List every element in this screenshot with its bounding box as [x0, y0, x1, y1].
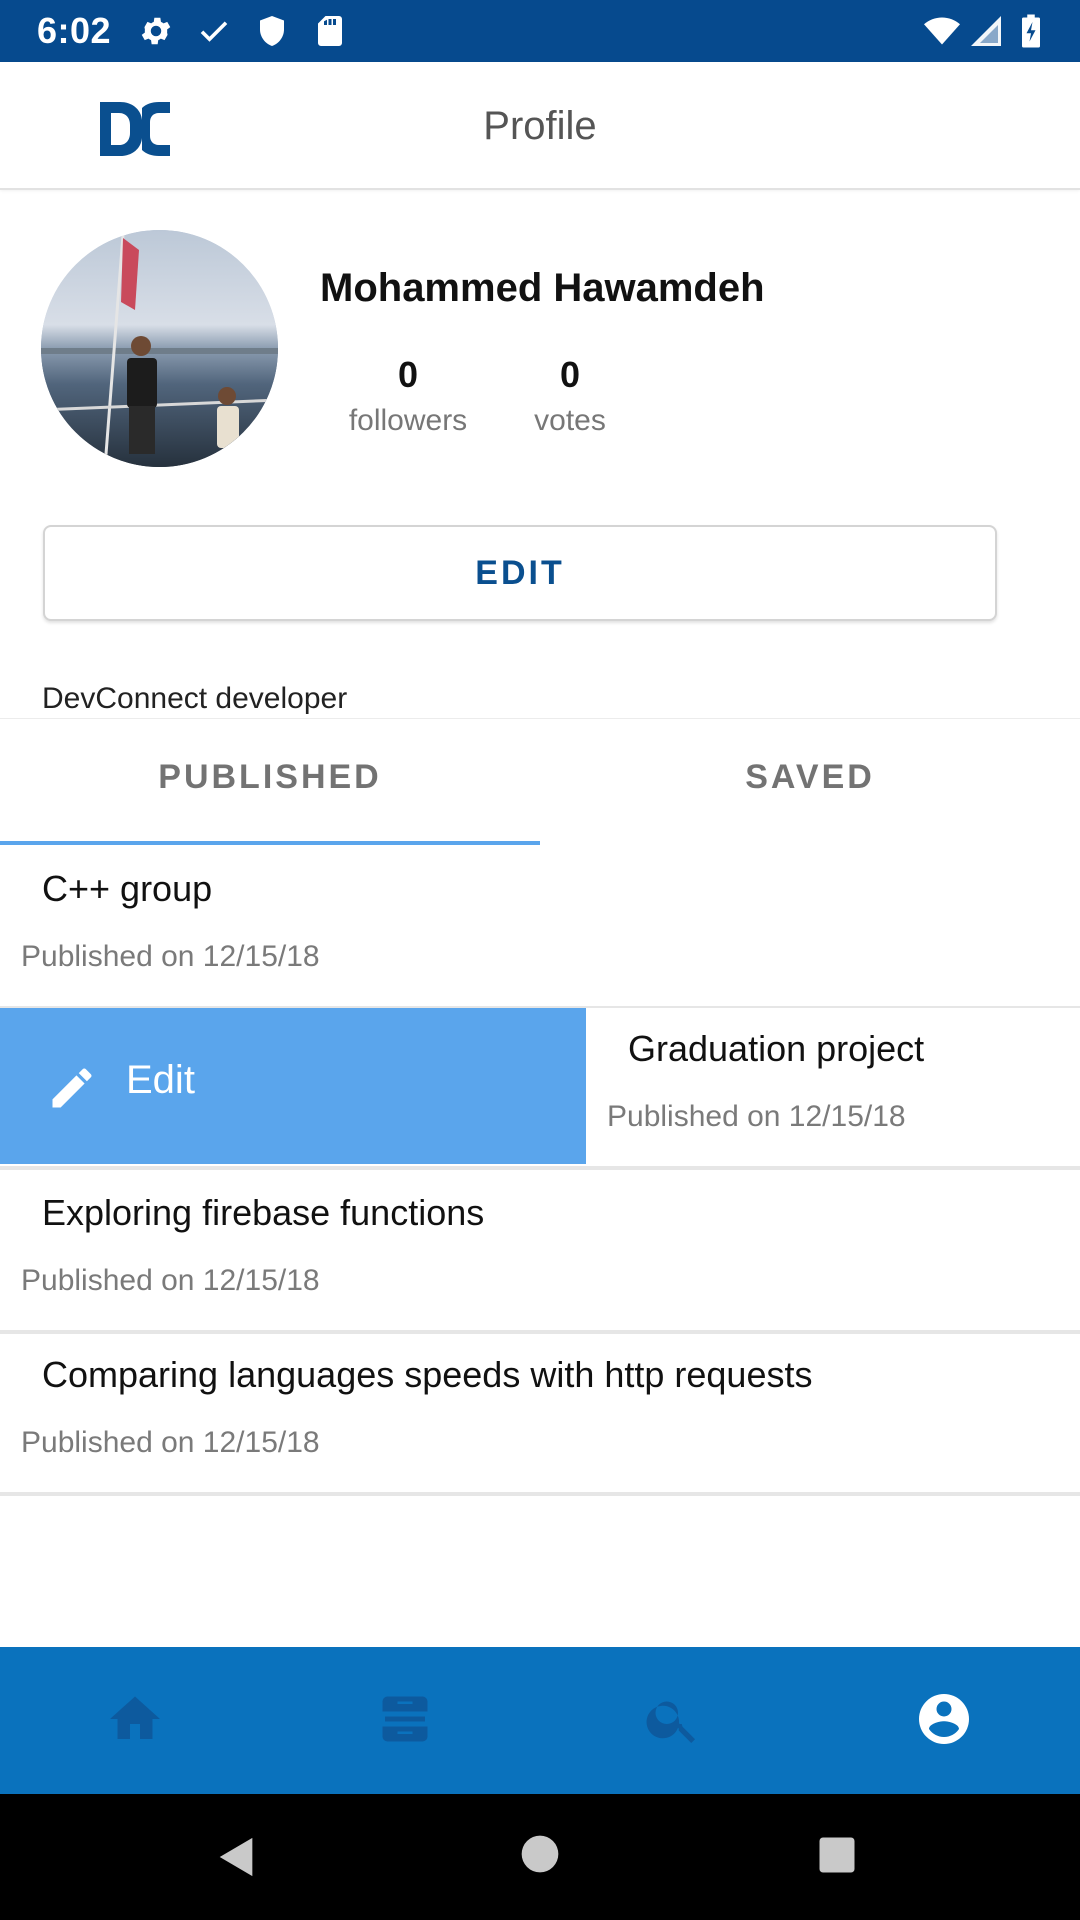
votes-stat[interactable]: 0 votes — [490, 354, 650, 438]
gear-icon — [141, 17, 171, 45]
followers-stat[interactable]: 0 followers — [328, 354, 488, 438]
shield-icon — [260, 16, 284, 46]
wifi-icon — [924, 17, 960, 45]
votes-count: 0 — [559, 354, 581, 395]
system-navigation-bar — [0, 1794, 1080, 1920]
tab-published[interactable]: PUBLISHED — [0, 758, 540, 797]
edit-profile-button[interactable]: EDIT — [43, 525, 997, 621]
inbox-icon[interactable] — [375, 1689, 435, 1749]
signal-icon — [971, 16, 1001, 46]
page-title: Profile — [483, 104, 597, 148]
battery-charging-icon — [1022, 14, 1040, 48]
tab-saved[interactable]: SAVED — [540, 758, 1080, 797]
pencil-icon — [52, 1068, 92, 1108]
profile-name: Mohammed Hawamdeh — [320, 266, 765, 310]
post-title: C++ group — [42, 868, 213, 909]
home-circle-icon[interactable] — [520, 1834, 560, 1874]
avatar-photo — [41, 230, 278, 467]
tab-indicator — [0, 841, 540, 845]
post-title: Comparing languages speeds with http req… — [42, 1354, 813, 1395]
post-date: Published on 12/15/18 — [21, 940, 320, 973]
swipe-edit-label: Edit — [126, 1058, 195, 1102]
list-item[interactable]: Exploring firebase functions Published o… — [0, 1172, 1080, 1334]
app-bar: Profile — [0, 62, 1080, 190]
avatar[interactable] — [41, 230, 278, 467]
post-title: Exploring firebase functions — [42, 1192, 485, 1233]
bottom-navigation — [0, 1647, 1080, 1794]
list-item[interactable]: Comparing languages speeds with http req… — [0, 1334, 1080, 1496]
post-date: Published on 12/15/18 — [21, 1264, 320, 1297]
list-item-swiped[interactable]: Edit Graduation project Published on 12/… — [0, 1008, 1080, 1170]
votes-label: votes — [534, 404, 606, 437]
back-icon[interactable] — [214, 1834, 260, 1880]
followers-label: followers — [348, 404, 468, 437]
status-time: 6:02 — [37, 10, 112, 51]
divider — [0, 718, 1080, 719]
swipe-edit-action[interactable]: Edit — [0, 1008, 586, 1164]
search-icon[interactable] — [643, 1689, 703, 1749]
check-icon — [200, 21, 228, 42]
sd-card-icon — [318, 16, 342, 46]
post-title: Graduation project — [628, 1028, 925, 1069]
recents-icon[interactable] — [816, 1834, 858, 1876]
post-date: Published on 12/15/18 — [607, 1100, 906, 1133]
post-date: Published on 12/15/18 — [21, 1426, 320, 1459]
profile-bio: DevConnect developer — [42, 682, 348, 715]
home-icon[interactable] — [105, 1689, 165, 1749]
status-bar: 6:02 — [0, 0, 1080, 62]
account-icon[interactable] — [914, 1689, 974, 1749]
followers-count: 0 — [397, 354, 419, 395]
list-item[interactable]: C++ group Published on 12/15/18 — [0, 848, 1080, 1010]
